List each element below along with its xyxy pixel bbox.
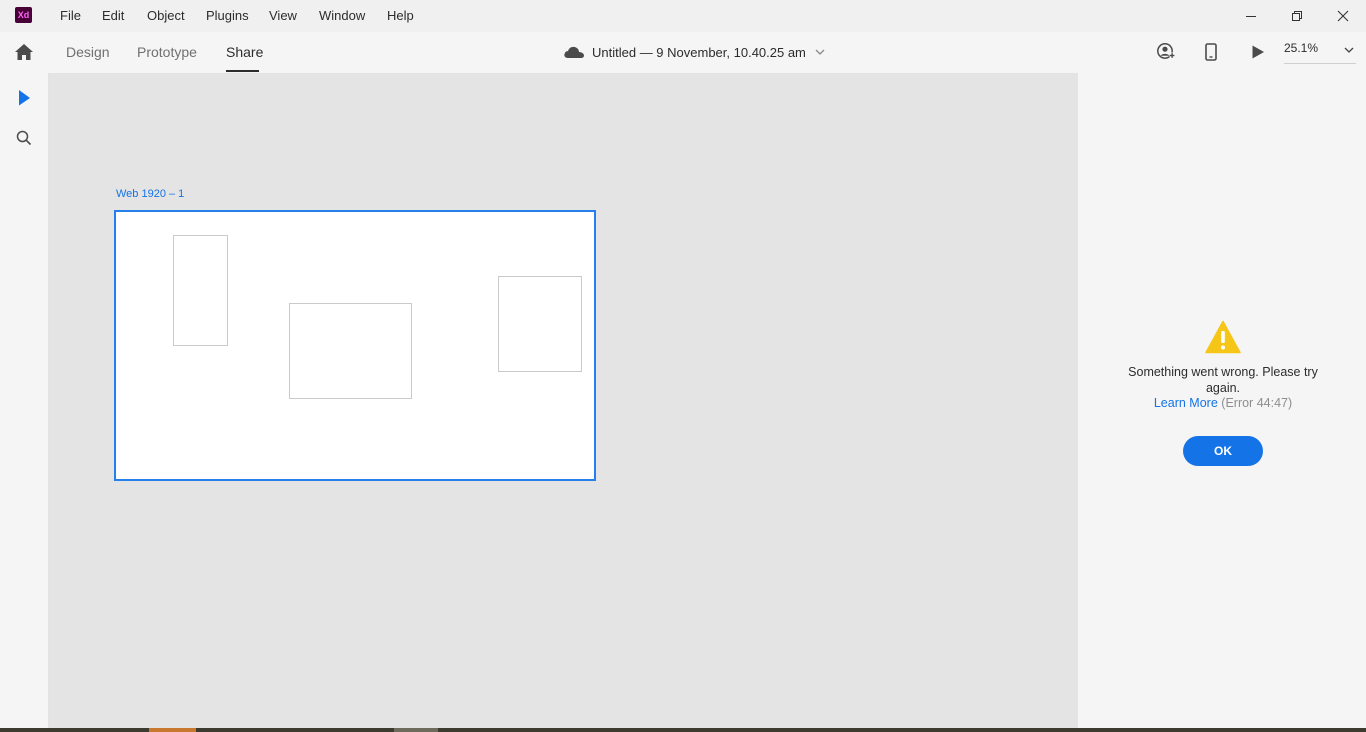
taskbar-highlight bbox=[394, 728, 438, 732]
menu-help[interactable]: Help bbox=[387, 8, 414, 23]
error-details: Learn More (Error 44:47) bbox=[1118, 396, 1328, 410]
close-button[interactable] bbox=[1320, 0, 1366, 32]
menu-file[interactable]: File bbox=[60, 8, 81, 23]
invite-user-icon bbox=[1157, 43, 1175, 59]
rectangle-shape[interactable] bbox=[289, 303, 412, 399]
invite-button[interactable] bbox=[1157, 43, 1175, 66]
chevron-down-icon bbox=[1344, 47, 1354, 53]
zoom-value: 25.1% bbox=[1284, 41, 1319, 55]
tab-design[interactable]: Design bbox=[66, 44, 110, 60]
artboard-label[interactable]: Web 1920 – 1 bbox=[116, 188, 184, 200]
artboard[interactable] bbox=[114, 210, 596, 481]
home-icon bbox=[15, 44, 33, 60]
device-preview-button[interactable] bbox=[1205, 43, 1217, 66]
close-icon bbox=[1337, 10, 1349, 22]
mobile-preview-icon bbox=[1205, 43, 1217, 61]
error-message: Something went wrong. Please try again. bbox=[1128, 365, 1318, 395]
app-toolbar: Design Prototype Share Untitled — 9 Nove… bbox=[0, 32, 1366, 74]
warning-icon bbox=[1205, 320, 1241, 354]
tab-share[interactable]: Share bbox=[226, 44, 263, 60]
document-title-text: Untitled — 9 November, 10.40.25 am bbox=[592, 44, 806, 60]
xd-app-logo: Xd bbox=[15, 7, 32, 23]
taskbar-highlight bbox=[149, 728, 196, 732]
menu-window[interactable]: Window bbox=[319, 8, 365, 23]
minimize-button[interactable] bbox=[1228, 0, 1274, 32]
document-title[interactable]: Untitled — 9 November, 10.40.25 am bbox=[563, 42, 826, 62]
play-icon bbox=[1252, 45, 1264, 59]
restore-icon bbox=[1292, 11, 1302, 21]
chevron-down-icon[interactable] bbox=[814, 46, 826, 58]
restore-button[interactable] bbox=[1274, 0, 1320, 32]
select-arrow-icon bbox=[19, 90, 30, 106]
zoom-dropdown[interactable]: 25.1% bbox=[1284, 41, 1356, 64]
menu-view[interactable]: View bbox=[269, 8, 297, 23]
rectangle-shape[interactable] bbox=[173, 235, 228, 346]
home-button[interactable] bbox=[14, 43, 34, 66]
active-tab-indicator bbox=[226, 70, 259, 72]
search-icon bbox=[16, 130, 32, 146]
cloud-icon bbox=[564, 46, 584, 58]
title-menu-bar: Xd File Edit Object Plugins View Window … bbox=[0, 0, 1366, 32]
menu-object[interactable]: Object bbox=[147, 8, 185, 23]
minimize-icon bbox=[1246, 16, 1256, 17]
rectangle-shape[interactable] bbox=[498, 276, 582, 372]
taskbar-edge bbox=[0, 728, 1366, 732]
left-tool-rail bbox=[0, 73, 49, 728]
learn-more-link[interactable]: Learn More bbox=[1154, 396, 1218, 410]
select-tool[interactable] bbox=[17, 89, 31, 112]
desktop-preview-button[interactable] bbox=[1251, 44, 1265, 65]
ok-button[interactable]: OK bbox=[1183, 436, 1263, 466]
menu-edit[interactable]: Edit bbox=[102, 8, 124, 23]
error-code: (Error 44:47) bbox=[1221, 396, 1293, 410]
tab-prototype[interactable]: Prototype bbox=[137, 44, 197, 60]
search-tool[interactable] bbox=[16, 130, 32, 151]
menu-plugins[interactable]: Plugins bbox=[206, 8, 249, 23]
warning-icon-wrap bbox=[1205, 320, 1241, 359]
